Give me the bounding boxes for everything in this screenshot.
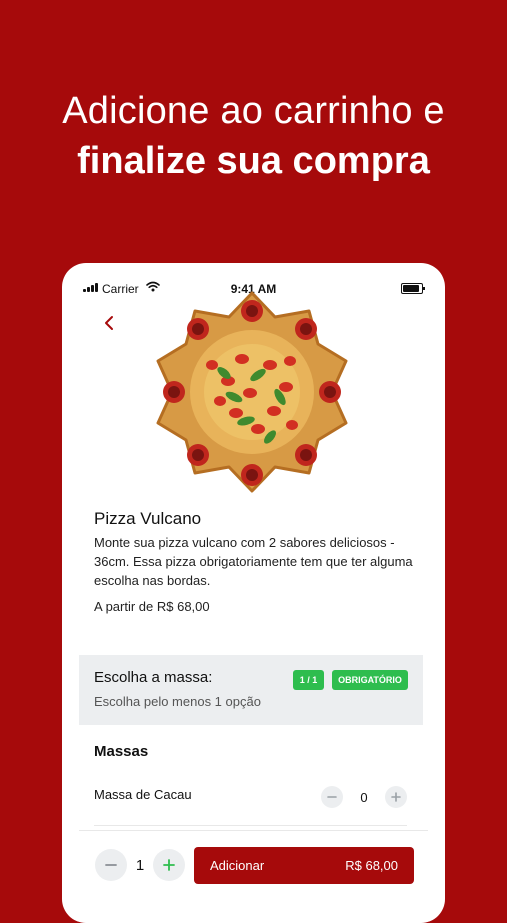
choice-count-badge: 1 / 1 <box>293 670 324 690</box>
minus-icon <box>105 864 117 866</box>
add-to-cart-label: Adicionar <box>210 858 265 873</box>
add-to-cart-price: R$ 68,00 <box>345 858 398 873</box>
choice-section-subtitle: Escolha pelo menos 1 opção <box>94 694 261 709</box>
plus-icon <box>163 859 175 871</box>
promo-headline: Adicione ao carrinho e finalize sua comp… <box>0 86 507 186</box>
product-price-from: A partir de R$ 68,00 <box>94 599 210 614</box>
cart-quantity: 1 <box>135 857 145 874</box>
minus-icon <box>327 796 337 798</box>
plus-icon <box>391 792 401 802</box>
phone-frame: Carrier 9:41 AM Pizza Vulcano Monte sua … <box>62 263 445 923</box>
cart-minus-button[interactable] <box>95 849 127 881</box>
options-group-title: Massas <box>94 743 149 760</box>
option-minus-button[interactable] <box>321 786 343 808</box>
option-plus-button[interactable] <box>385 786 407 808</box>
back-chevron-icon[interactable] <box>100 313 120 333</box>
product-description: Monte sua pizza vulcano com 2 sabores de… <box>94 535 413 588</box>
product-title: Pizza Vulcano <box>94 509 202 528</box>
choice-section-header: Escolha a massa: Escolha pelo menos 1 op… <box>79 655 423 725</box>
option-label: Massa de Cacau <box>94 787 192 802</box>
option-quantity: 0 <box>360 790 368 805</box>
required-badge: OBRIGATÓRIO <box>332 670 408 690</box>
promo-line-2: finalize sua compra <box>77 140 430 182</box>
product-image <box>146 289 358 506</box>
cart-bar-divider <box>79 830 428 831</box>
battery-icon <box>401 283 425 294</box>
promo-line-1: Adicione ao carrinho e <box>62 90 445 132</box>
add-to-cart-button[interactable]: Adicionar R$ 68,00 <box>194 847 414 884</box>
cart-plus-button[interactable] <box>153 849 185 881</box>
choice-section-title: Escolha a massa: <box>94 669 213 686</box>
option-divider <box>94 825 407 826</box>
